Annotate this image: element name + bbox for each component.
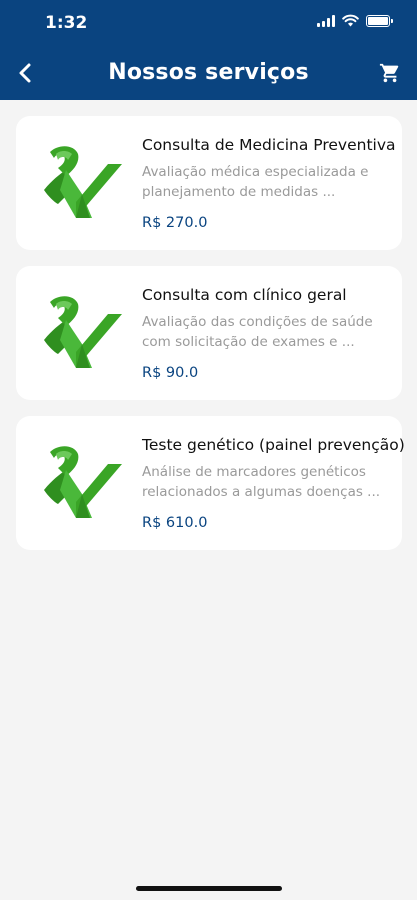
ribbon-check-logo-icon (44, 446, 122, 518)
service-title: Consulta de Medicina Preventiva (142, 136, 396, 154)
status-icons (317, 14, 393, 27)
service-description: Análise de marcadores genéticos relacion… (142, 464, 381, 500)
service-description: Avaliação médica especializada e planeja… (142, 164, 369, 200)
signal-icon (317, 14, 335, 27)
status-time: 1:32 (45, 13, 88, 33)
service-price: R$ 90.0 (142, 365, 199, 381)
cart-icon (379, 63, 399, 83)
nav-bar: Nossos serviços (0, 52, 417, 96)
ribbon-check-logo-icon (44, 296, 122, 368)
service-title: Consulta com clínico geral (142, 286, 347, 304)
service-title: Teste genético (painel prevenção) (142, 436, 405, 454)
cart-button[interactable] (375, 58, 405, 88)
ribbon-check-logo-icon (44, 146, 122, 218)
wifi-icon (342, 14, 359, 27)
service-card[interactable]: Consulta com clínico geral Avaliação das… (16, 266, 402, 400)
page-title: Nossos serviços (108, 60, 309, 85)
status-bar: 1:32 (0, 0, 417, 46)
battery-icon (366, 14, 393, 27)
service-card[interactable]: Teste genético (painel prevenção) Anális… (16, 416, 405, 550)
app-header: 1:32 Nossos serviços (0, 0, 417, 100)
service-card[interactable]: Consulta de Medicina Preventiva Avaliaçã… (16, 116, 402, 250)
service-price: R$ 270.0 (142, 215, 208, 231)
home-indicator[interactable] (136, 886, 282, 891)
service-description: Avaliação das condições de saúde com sol… (142, 314, 373, 350)
service-price: R$ 610.0 (142, 515, 208, 531)
services-list: Consulta de Medicina Preventiva Avaliaçã… (16, 116, 405, 566)
